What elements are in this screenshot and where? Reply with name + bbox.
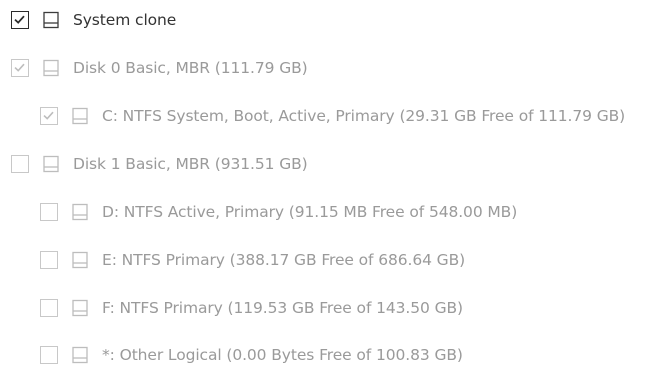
partition-c-label: C: NTFS System, Boot, Active, Primary (2… bbox=[102, 107, 626, 125]
partition-d-checkbox[interactable] bbox=[40, 203, 58, 221]
hard-drive-icon bbox=[43, 155, 59, 173]
partition-c-checkbox[interactable] bbox=[40, 107, 58, 125]
partition-e-label: E: NTFS Primary (388.17 GB Free of 686.6… bbox=[102, 251, 466, 269]
partition-f-checkbox[interactable] bbox=[40, 299, 58, 317]
hard-drive-icon bbox=[72, 299, 88, 317]
tree-item-disk-0[interactable]: Disk 0 Basic, MBR (111.79 GB) bbox=[0, 54, 308, 82]
clone-selection-tree: System clone Disk 0 Basic, MBR (111.79 G… bbox=[0, 0, 651, 369]
hard-drive-icon bbox=[43, 59, 59, 77]
disk-1-label: Disk 1 Basic, MBR (931.51 GB) bbox=[73, 155, 308, 173]
disk-0-checkbox[interactable] bbox=[11, 59, 29, 77]
partition-f-label: F: NTFS Primary (119.53 GB Free of 143.5… bbox=[102, 299, 463, 317]
partition-e-checkbox[interactable] bbox=[40, 251, 58, 269]
tree-item-system-clone[interactable]: System clone bbox=[0, 6, 176, 34]
system-clone-checkbox[interactable] bbox=[11, 11, 29, 29]
hard-drive-icon bbox=[72, 107, 88, 125]
partition-d-label: D: NTFS Active, Primary (91.15 MB Free o… bbox=[102, 203, 518, 221]
disk-0-label: Disk 0 Basic, MBR (111.79 GB) bbox=[73, 59, 308, 77]
hard-drive-icon bbox=[72, 346, 88, 364]
hard-drive-icon bbox=[72, 251, 88, 269]
system-clone-label: System clone bbox=[73, 11, 177, 29]
partition-other-checkbox[interactable] bbox=[40, 346, 58, 364]
hard-drive-icon bbox=[43, 11, 59, 29]
tree-item-partition-e[interactable]: E: NTFS Primary (388.17 GB Free of 686.6… bbox=[0, 246, 465, 274]
tree-item-partition-c[interactable]: C: NTFS System, Boot, Active, Primary (2… bbox=[0, 102, 625, 130]
tree-item-partition-f[interactable]: F: NTFS Primary (119.53 GB Free of 143.5… bbox=[0, 294, 463, 322]
partition-other-label: *: Other Logical (0.00 Bytes Free of 100… bbox=[102, 346, 463, 364]
tree-item-disk-1[interactable]: Disk 1 Basic, MBR (931.51 GB) bbox=[0, 150, 308, 178]
tree-item-partition-other[interactable]: *: Other Logical (0.00 Bytes Free of 100… bbox=[0, 341, 463, 369]
tree-item-partition-d[interactable]: D: NTFS Active, Primary (91.15 MB Free o… bbox=[0, 198, 517, 226]
disk-1-checkbox[interactable] bbox=[11, 155, 29, 173]
hard-drive-icon bbox=[72, 203, 88, 221]
